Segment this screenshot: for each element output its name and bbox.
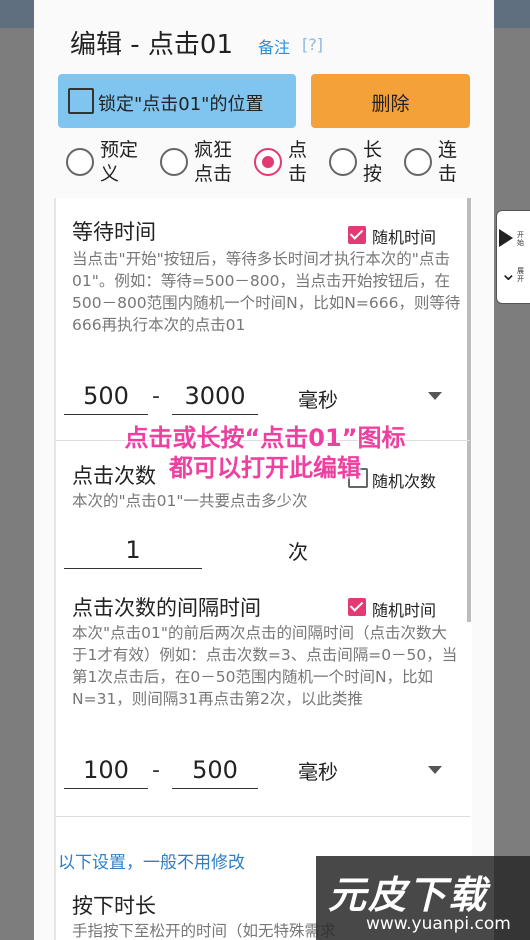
remark-link[interactable]: 备注 bbox=[258, 34, 290, 58]
wait-time-title: 等待时间 bbox=[72, 220, 156, 244]
chevron-down-icon[interactable]: ⌄ bbox=[500, 263, 517, 283]
watermark-logo: 元皮下载 www.yuanpi.com bbox=[316, 856, 530, 940]
mode-label: 长按 bbox=[363, 139, 383, 185]
interval-min-input[interactable]: 100 bbox=[64, 754, 148, 789]
scrollbar[interactable] bbox=[467, 198, 471, 622]
click-interval-title: 点击次数的间隔时间 bbox=[72, 596, 261, 620]
mode-label: 连击 bbox=[438, 139, 458, 185]
dropdown-arrow-icon[interactable] bbox=[428, 766, 442, 774]
interval-unit-select[interactable]: 毫秒 bbox=[298, 756, 338, 785]
lock-position-label: 锁定"点击01"的位置 bbox=[98, 94, 264, 115]
help-link[interactable]: [?] bbox=[302, 35, 323, 54]
expand-label: 展开 bbox=[517, 267, 524, 283]
divider bbox=[56, 816, 470, 817]
lock-position-button[interactable]: 锁定"点击01"的位置 bbox=[58, 74, 296, 128]
mode-label: 疯狂点击 bbox=[194, 139, 233, 185]
advanced-settings-notice: 以下设置，一般不用修改 bbox=[58, 853, 245, 873]
wait-time-description: 当点击"开始"按钮后，等待多长时间才执行本次的"点击01"。例如：等待=500－… bbox=[72, 250, 461, 334]
click-interval-description: 本次"点击01"的前后两次点击的间隔时间（点击次数大于1才有效）例如：点击次数=… bbox=[72, 624, 458, 708]
radio-circle[interactable] bbox=[404, 148, 432, 176]
mode-label: 点击 bbox=[288, 139, 308, 185]
radio-circle[interactable] bbox=[329, 148, 357, 176]
watermark-url: www.yuanpi.com bbox=[366, 914, 511, 934]
range-dash: - bbox=[152, 758, 160, 783]
press-duration-title: 按下时长 bbox=[72, 894, 156, 918]
range-dash: - bbox=[152, 384, 160, 409]
delete-label: 删除 bbox=[371, 93, 410, 115]
play-icon[interactable] bbox=[499, 229, 513, 247]
start-label: 开始 bbox=[517, 231, 524, 247]
delete-button[interactable]: 删除 bbox=[311, 74, 470, 128]
wait-min-input[interactable]: 500 bbox=[64, 380, 148, 415]
floating-control-panel[interactable]: 开始 ⌄ 展开 bbox=[496, 210, 530, 304]
watermark-logo-text: 元皮下载 bbox=[328, 873, 489, 917]
interval-random-checkbox[interactable] bbox=[348, 598, 366, 616]
click-count-input[interactable]: 1 bbox=[64, 534, 202, 569]
wait-random-checkbox[interactable] bbox=[348, 226, 366, 244]
radio-circle[interactable] bbox=[66, 148, 94, 176]
mode-label: 预定义 bbox=[100, 139, 139, 185]
dropdown-arrow-icon[interactable] bbox=[428, 392, 442, 400]
wait-unit-select[interactable]: 毫秒 bbox=[298, 384, 338, 413]
lock-checkbox[interactable] bbox=[68, 88, 94, 114]
dialog-title: 编辑 - 点击01 bbox=[70, 30, 233, 60]
click-count-description: 本次的"点击01"一共要点击多少次 bbox=[72, 492, 308, 510]
click-count-unit: 次 bbox=[288, 540, 308, 564]
wait-random-label: 随机时间 bbox=[372, 228, 437, 247]
overlay-hint-line2: 都可以打开此编辑 bbox=[169, 454, 361, 482]
interval-random-label: 随机时间 bbox=[372, 601, 437, 620]
radio-circle-selected[interactable] bbox=[254, 148, 282, 176]
interval-max-input[interactable]: 500 bbox=[172, 754, 258, 789]
radio-circle[interactable] bbox=[160, 148, 188, 176]
wait-max-input[interactable]: 3000 bbox=[172, 380, 258, 415]
